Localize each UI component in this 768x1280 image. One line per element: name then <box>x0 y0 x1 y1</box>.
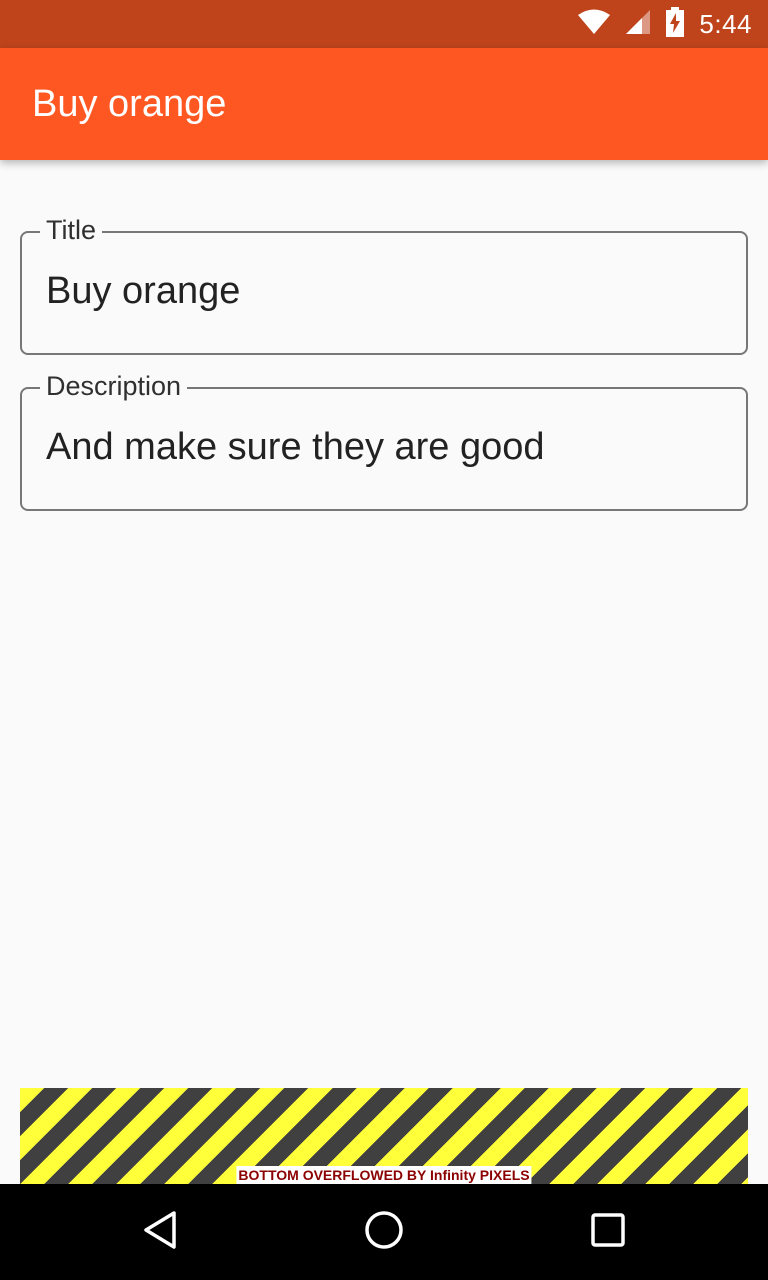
title-field-label: Title <box>40 215 103 245</box>
overflow-warning-stripe: BOTTOM OVERFLOWED BY Infinity PIXELS <box>20 1088 748 1184</box>
back-icon <box>142 1210 178 1255</box>
wifi-icon <box>577 9 611 40</box>
app-bar-title: Buy orange <box>32 83 227 125</box>
status-bar: 5:44 <box>0 0 768 48</box>
battery-charging-icon <box>665 6 685 42</box>
home-button[interactable] <box>336 1184 432 1280</box>
back-button[interactable] <box>112 1184 208 1280</box>
home-icon <box>364 1210 404 1255</box>
app-bar: Buy orange <box>0 48 768 160</box>
navigation-bar <box>0 1184 768 1280</box>
description-field-value[interactable]: And make sure they are good <box>46 425 545 469</box>
description-field[interactable]: Description And make sure they are good <box>20 371 748 511</box>
recents-icon <box>591 1212 625 1252</box>
status-time: 5:44 <box>699 8 752 39</box>
cell-signal-icon <box>625 9 651 40</box>
title-field-value[interactable]: Buy orange <box>46 269 240 313</box>
description-field-label: Description <box>40 371 188 401</box>
recents-button[interactable] <box>560 1184 656 1280</box>
overflow-warning-text: BOTTOM OVERFLOWED BY Infinity PIXELS <box>236 1166 532 1184</box>
title-field[interactable]: Title Buy orange <box>20 215 748 355</box>
status-icons: 5:44 <box>577 0 752 48</box>
